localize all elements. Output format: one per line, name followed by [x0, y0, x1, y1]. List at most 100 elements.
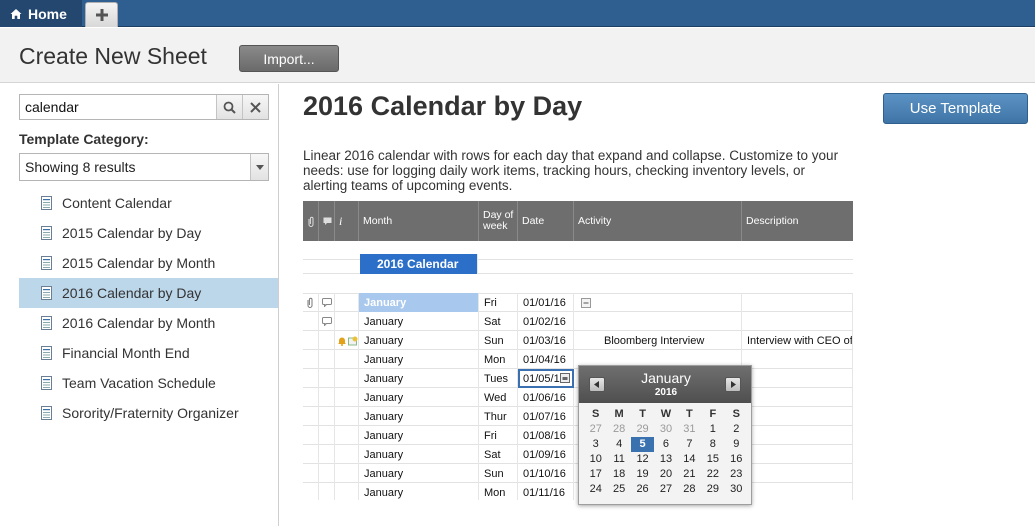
day-of-week-cell[interactable]: Fri [479, 293, 518, 312]
next-month-button[interactable] [725, 377, 741, 392]
description-cell[interactable] [742, 369, 853, 388]
attachment-cell[interactable] [303, 483, 319, 500]
date-cell[interactable]: 01/09/16 [518, 445, 574, 464]
calendar-banner-cell[interactable]: 2016 Calendar [360, 254, 478, 274]
description-cell[interactable] [742, 312, 853, 331]
month-cell[interactable]: January [359, 331, 479, 350]
calendar-day[interactable]: 30 [725, 482, 748, 497]
description-cell[interactable] [742, 464, 853, 483]
template-item[interactable]: Content Calendar [19, 188, 278, 218]
clear-search-button[interactable] [242, 95, 268, 119]
comment-cell[interactable] [319, 331, 335, 350]
calendar-day[interactable]: 29 [631, 422, 654, 437]
attachment-cell[interactable] [303, 388, 319, 407]
date-cell[interactable]: 01/04/16 [518, 350, 574, 369]
month-cell[interactable]: January [359, 293, 479, 312]
calendar-day[interactable]: 12 [631, 452, 654, 467]
day-of-week-cell[interactable]: Fri [479, 426, 518, 445]
search-button[interactable] [216, 95, 242, 119]
month-cell[interactable]: January [359, 388, 479, 407]
calendar-day[interactable]: 15 [701, 452, 724, 467]
day-of-week-cell[interactable]: Sun [479, 331, 518, 350]
calendar-day[interactable]: 17 [584, 467, 607, 482]
calendar-day[interactable]: 3 [584, 437, 607, 452]
comment-cell[interactable] [319, 388, 335, 407]
calendar-day[interactable]: 23 [725, 467, 748, 482]
description-cell[interactable] [742, 483, 853, 500]
date-cell[interactable]: 01/11/16 [518, 483, 574, 500]
month-cell[interactable]: January [359, 369, 479, 388]
day-of-week-cell[interactable]: Mon [479, 350, 518, 369]
day-of-week-cell[interactable]: Wed [479, 388, 518, 407]
template-item[interactable]: Financial Month End [19, 338, 278, 368]
description-cell[interactable] [742, 293, 853, 312]
comment-cell[interactable] [319, 293, 335, 312]
calendar-day[interactable]: 14 [678, 452, 701, 467]
day-of-week-cell[interactable]: Tues [479, 369, 518, 388]
search-input[interactable] [20, 95, 216, 119]
template-category-select[interactable]: Showing 8 results [19, 153, 269, 181]
calendar-day[interactable]: 31 [678, 422, 701, 437]
calendar-day[interactable]: 13 [654, 452, 677, 467]
comment-cell[interactable] [319, 407, 335, 426]
calendar-day[interactable]: 28 [607, 422, 630, 437]
attachment-cell[interactable] [303, 312, 319, 331]
description-cell[interactable]: Interview with CEO of w [742, 331, 853, 350]
attachment-cell[interactable] [303, 426, 319, 445]
template-item[interactable]: 2015 Calendar by Day [19, 218, 278, 248]
template-item[interactable]: Sorority/Fraternity Organizer [19, 398, 278, 428]
calendar-day[interactable]: 18 [607, 467, 630, 482]
day-of-week-cell[interactable]: Sun [479, 464, 518, 483]
calendar-day[interactable]: 27 [584, 422, 607, 437]
date-cell[interactable]: 01/07/16 [518, 407, 574, 426]
attachment-cell[interactable] [303, 445, 319, 464]
date-cell[interactable]: 01/01/16 [518, 293, 574, 312]
comment-cell[interactable] [319, 350, 335, 369]
import-button[interactable]: Import... [239, 45, 339, 72]
template-item[interactable]: 2016 Calendar by Month [19, 308, 278, 338]
activity-cell[interactable] [574, 312, 742, 331]
month-cell[interactable]: January [359, 350, 479, 369]
description-cell[interactable] [742, 350, 853, 369]
home-tab[interactable]: Home [0, 0, 82, 27]
attachment-cell[interactable] [303, 464, 319, 483]
day-of-week-cell[interactable]: Sat [479, 312, 518, 331]
comment-cell[interactable] [319, 426, 335, 445]
calendar-dropdown-icon[interactable] [560, 373, 570, 383]
month-cell[interactable]: January [359, 464, 479, 483]
calendar-day[interactable]: 19 [631, 467, 654, 482]
calendar-day[interactable]: 29 [701, 482, 724, 497]
description-cell[interactable] [742, 388, 853, 407]
calendar-day[interactable]: 2 [725, 422, 748, 437]
month-cell[interactable]: January [359, 312, 479, 331]
add-tab-button[interactable] [85, 2, 118, 27]
description-cell[interactable] [742, 407, 853, 426]
calendar-day[interactable]: 28 [678, 482, 701, 497]
comment-cell[interactable] [319, 483, 335, 500]
month-cell[interactable]: January [359, 483, 479, 500]
reminder-cell[interactable] [335, 331, 359, 350]
month-cell[interactable]: January [359, 445, 479, 464]
date-cell[interactable]: 01/02/16 [518, 312, 574, 331]
date-cell[interactable]: 01/03/16 [518, 331, 574, 350]
calendar-day[interactable]: 4 [607, 437, 630, 452]
date-cell[interactable]: 01/10/16 [518, 464, 574, 483]
calendar-day[interactable]: 24 [584, 482, 607, 497]
comment-cell[interactable] [319, 445, 335, 464]
comment-cell[interactable] [319, 369, 335, 388]
description-cell[interactable] [742, 445, 853, 464]
attachment-cell[interactable] [303, 407, 319, 426]
calendar-day-selected[interactable]: 5 [630, 437, 655, 452]
calendar-day[interactable]: 30 [654, 422, 677, 437]
calendar-day[interactable]: 22 [701, 467, 724, 482]
calendar-day[interactable]: 26 [631, 482, 654, 497]
template-item[interactable]: Team Vacation Schedule [19, 368, 278, 398]
activity-cell[interactable] [574, 293, 742, 312]
date-cell[interactable]: 01/08/16 [518, 426, 574, 445]
date-cell[interactable]: 01/06/16 [518, 388, 574, 407]
calendar-day[interactable]: 21 [678, 467, 701, 482]
attachment-cell[interactable] [303, 293, 319, 312]
template-item-selected[interactable]: 2016 Calendar by Day [19, 278, 278, 308]
attachment-cell[interactable] [303, 331, 319, 350]
calendar-day[interactable]: 6 [654, 437, 677, 452]
